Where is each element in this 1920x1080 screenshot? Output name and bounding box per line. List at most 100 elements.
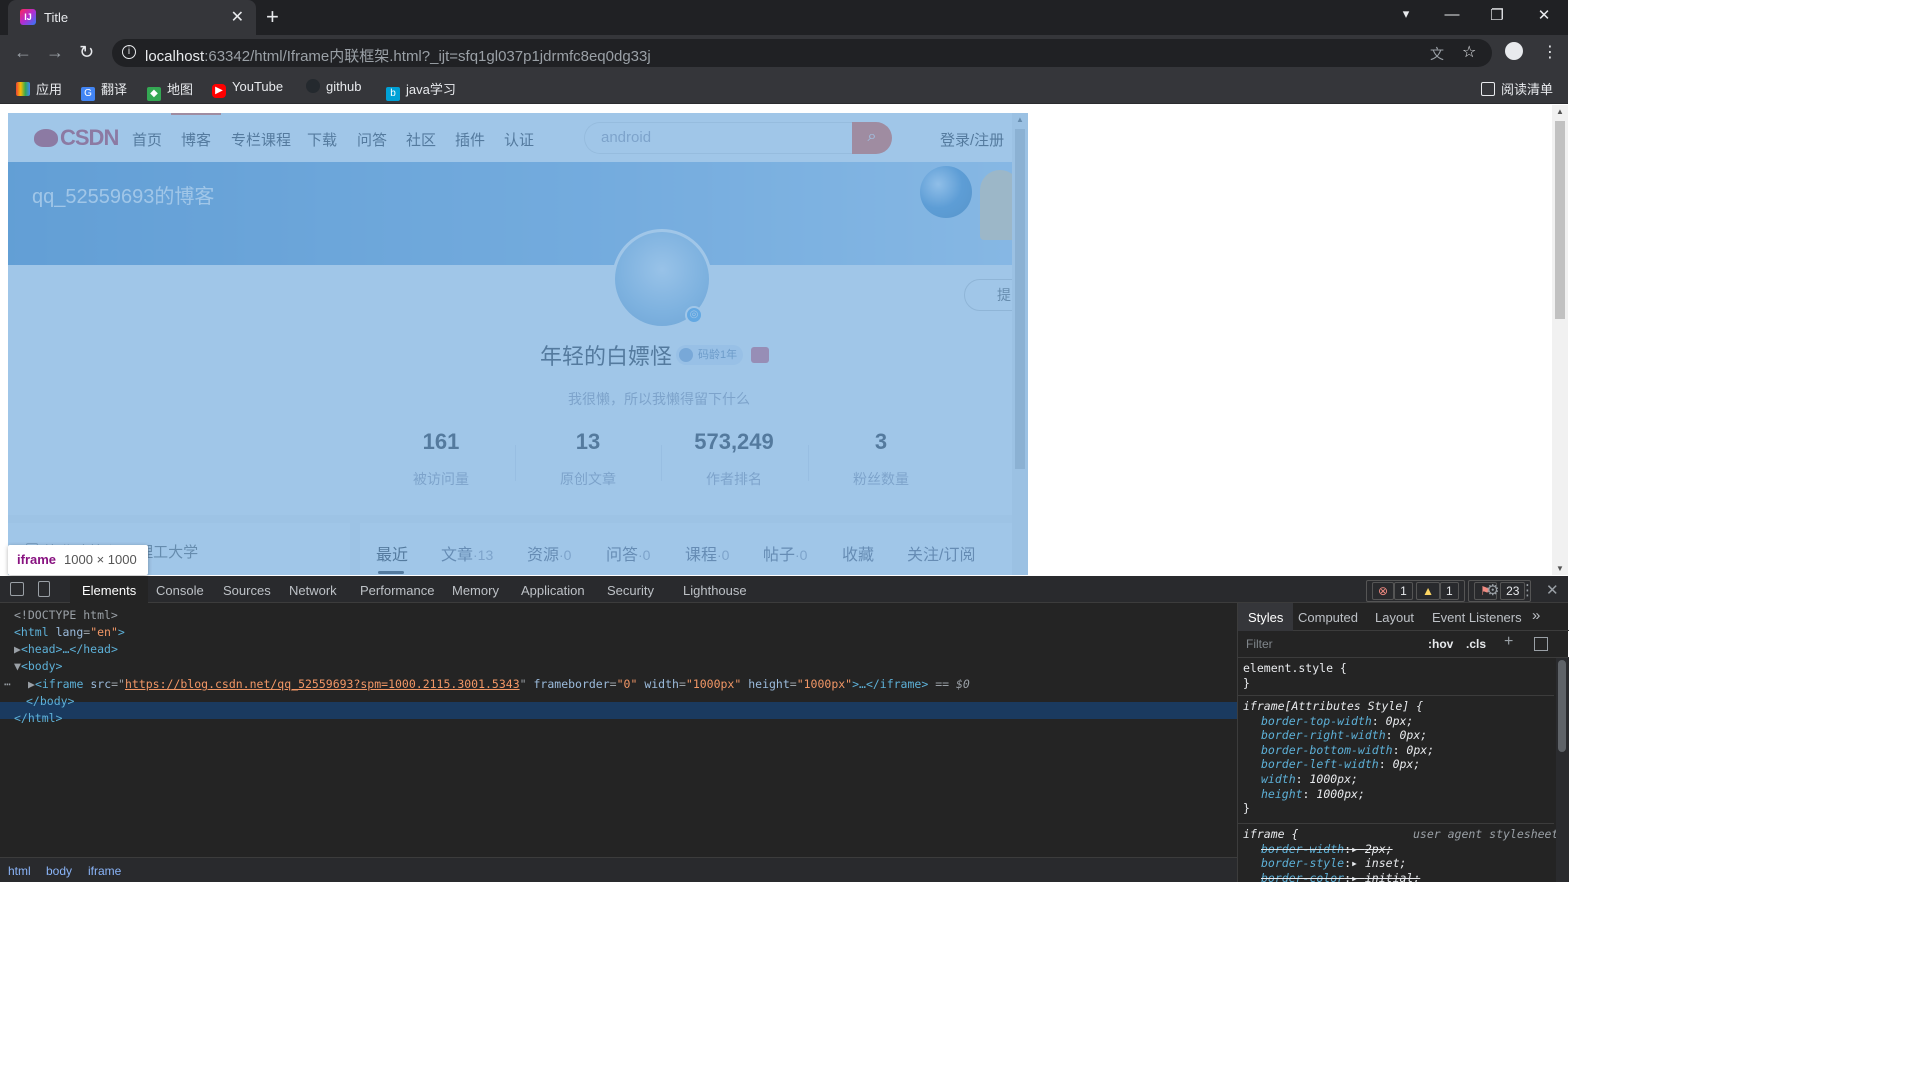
styles-tab-computed[interactable]: Computed [1298,610,1358,625]
styles-tab-event-listeners[interactable]: Event Listeners [1432,610,1522,625]
tab-courses[interactable]: 课程·0 [685,541,729,565]
styles-scrollbar-thumb[interactable] [1558,660,1566,752]
login-register-link[interactable]: 登录/注册 [940,129,1004,150]
cls-toggle[interactable]: .cls [1466,637,1486,651]
devtools-tab-console[interactable]: Console [156,583,204,598]
minimize-icon[interactable]: — [1432,6,1472,23]
tab-search-icon[interactable]: ▾ [1386,6,1426,22]
crumb-body[interactable]: body [46,864,72,878]
page-scrollbar-thumb[interactable] [1555,121,1565,319]
menu-kebab-icon[interactable]: ⋮ [1542,42,1558,62]
back-icon[interactable]: ← [14,42,32,63]
bookmark-maps[interactable]: ◆ 地图 [147,79,193,101]
user-avatar[interactable]: ◎ [612,229,712,329]
bookmark-java[interactable]: b java学习 [386,79,456,101]
scroll-up-icon[interactable]: ▲ [1556,107,1564,116]
nav-home[interactable]: 首页 [132,129,162,150]
bookmark-github[interactable]: github [306,79,361,94]
crumb-html[interactable]: html [8,864,31,878]
devtools-tab-security[interactable]: Security [607,583,654,598]
iframe-src-link[interactable]: https://blog.csdn.net/qq_52559693?spm=10… [125,677,520,691]
nav-qa[interactable]: 问答 [357,129,387,150]
nav-courses[interactable]: 专栏课程 [231,129,291,150]
devtools-tab-lighthouse[interactable]: Lighthouse [683,583,747,598]
dom-ellipsis-icon[interactable]: ⋯ [4,676,11,693]
window-close-icon[interactable]: ✕ [1524,6,1564,24]
bookmark-star-icon[interactable]: ☆ [1462,42,1476,62]
expand-arrow-icon[interactable]: ▶ [28,677,35,691]
site-info-icon[interactable]: i [122,45,136,59]
more-tabs-icon[interactable]: » [1532,607,1540,624]
rule-attributes-style[interactable]: iframe[Attributes Style] { border-top-wi… [1243,699,1434,816]
styles-tab-layout[interactable]: Layout [1375,610,1414,625]
devtools-tab-elements[interactable]: Elements [70,576,149,603]
devtools-menu-icon[interactable]: ⋮ [1520,581,1535,599]
blog-title[interactable]: qq_52559693的博客 [32,180,214,209]
dom-body-close[interactable]: </body> [26,693,74,710]
rule-user-agent[interactable]: iframe {user agent stylesheet border-wid… [1243,827,1559,885]
dom-html-open[interactable]: <html lang="en"> [14,624,125,641]
dom-head[interactable]: ▶<head>…</head> [14,641,118,658]
iframe-scrollbar-thumb[interactable] [1015,129,1025,469]
dom-iframe-node[interactable]: ▶<iframe src="https://blog.csdn.net/qq_5… [28,676,970,693]
dom-body-open[interactable]: ▼<body> [14,658,62,675]
csdn-logo[interactable]: CSDN [34,125,119,151]
inspect-element-icon[interactable] [10,582,24,596]
address-bar[interactable]: i localhost:63342/html/Iframe内联框架.html?_… [112,39,1492,67]
hov-toggle[interactable]: :hov [1428,637,1453,651]
new-tab-icon[interactable]: + [266,4,279,30]
styles-scrollbar[interactable] [1556,658,1569,882]
expand-arrow-icon[interactable]: ▶ [14,642,21,656]
bookmark-translate[interactable]: G 翻译 [81,79,127,101]
toggle-sidebar-icon[interactable] [1534,637,1548,651]
devtools-tab-sources[interactable]: Sources [223,583,271,598]
forward-icon[interactable]: → [46,42,64,63]
tab-following[interactable]: 关注/订阅 [907,541,975,565]
scroll-down-icon[interactable]: ▼ [1556,564,1564,573]
tab-posts[interactable]: 帖子·0 [763,541,807,565]
nav-download[interactable]: 下载 [307,129,337,150]
dom-doctype[interactable]: <!DOCTYPE html> [14,607,118,624]
nav-community[interactable]: 社区 [406,129,436,150]
nav-certification[interactable]: 认证 [504,129,534,150]
reading-list[interactable]: 阅读清单 [1481,79,1553,98]
profile-avatar-icon[interactable] [1505,42,1523,60]
device-toolbar-icon[interactable] [38,581,50,597]
devtools-tab-network[interactable]: Network [289,583,337,598]
url-text[interactable]: localhost:63342/html/Iframe内联框架.html?_ij… [145,45,651,66]
csdn-search-input[interactable]: android [584,122,852,154]
nav-blog[interactable]: 博客 [181,129,211,150]
error-warning-counter[interactable]: ⊗ 1 ▲ 1 [1366,580,1465,602]
settings-gear-icon[interactable]: ⚙ [1486,581,1499,599]
restore-icon[interactable]: ❐ [1477,6,1517,24]
tab-recent[interactable]: 最近 [376,541,408,565]
dom-html-close[interactable]: </html> [14,710,62,727]
reload-icon[interactable]: ↻ [79,42,94,63]
embedded-iframe[interactable]: CSDN 首页 博客 专栏课程 下载 问答 社区 插件 认证 android ⌕… [8,113,1028,575]
nav-plugins[interactable]: 插件 [455,129,485,150]
iframe-scroll-up-icon[interactable]: ▲ [1016,115,1024,124]
issues-counter[interactable]: ⊗ 1 ▲ 1 ⚑ 23 [1366,580,1532,602]
bookmark-youtube[interactable]: ▶ YouTube [212,79,283,98]
styles-filter-input[interactable]: Filter [1246,637,1273,651]
rule-element-style[interactable]: element.style {} [1243,661,1347,690]
tab-questions[interactable]: 问答·0 [606,541,650,565]
devtools-tab-memory[interactable]: Memory [452,583,499,598]
devtools-tab-application[interactable]: Application [521,583,585,598]
collapse-arrow-icon[interactable]: ▼ [14,659,21,673]
browser-tab[interactable]: IJ Title ✕ [8,0,256,35]
new-style-rule-icon[interactable]: + [1504,633,1513,651]
translate-icon[interactable]: 文 [1430,44,1444,64]
styles-tab-styles[interactable]: Styles [1238,603,1294,631]
bookmark-apps[interactable]: 应用 [16,79,62,98]
devtools-tab-performance[interactable]: Performance [360,583,434,598]
tab-resources[interactable]: 资源·0 [527,541,571,565]
iframe-scrollbar[interactable]: ▲ [1012,113,1028,575]
csdn-search-button[interactable]: ⌕ [852,122,892,154]
close-tab-icon[interactable]: ✕ [231,7,244,27]
crumb-iframe[interactable]: iframe [88,864,121,878]
devtools-close-icon[interactable]: ✕ [1546,581,1559,599]
tab-articles[interactable]: 文章·13 [441,541,493,565]
page-scrollbar[interactable]: ▲ ▼ [1552,105,1568,575]
user-name[interactable]: 年轻的白嫖怪 [540,344,672,369]
